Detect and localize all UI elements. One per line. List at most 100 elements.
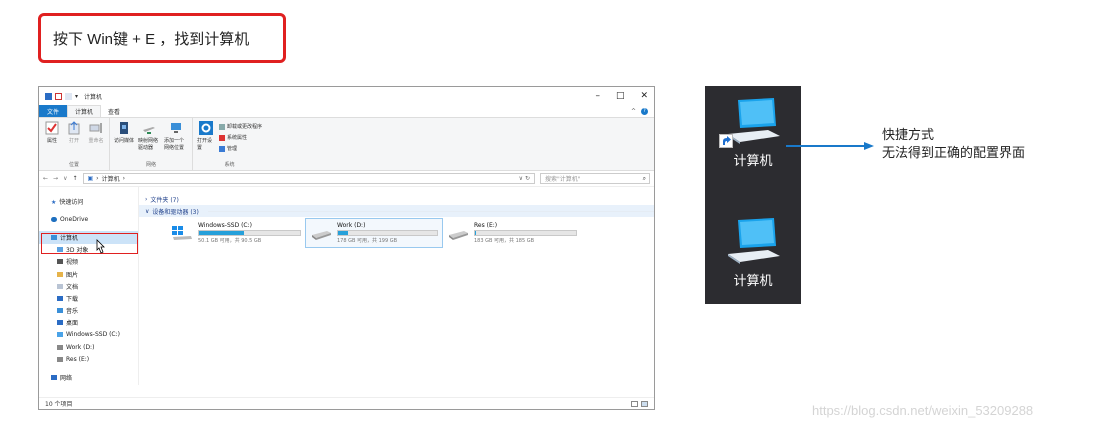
back-arrow-icon[interactable]: ←	[43, 175, 48, 182]
search-box[interactable]: 搜索"计算机" ⌕	[540, 173, 650, 184]
network-location-icon	[171, 123, 181, 133]
forward-arrow-icon[interactable]: →	[53, 175, 58, 182]
nav-drive-e[interactable]: Res (E:)	[39, 353, 138, 365]
checkbox-icon[interactable]	[55, 92, 62, 100]
drive-usage-fill	[199, 231, 245, 235]
large-icons-view-icon[interactable]	[641, 400, 648, 407]
manage-button[interactable]: 管理	[219, 145, 262, 152]
desktop-crop: 计算机 计算机	[705, 86, 801, 304]
explorer-window: ▾ 计算机 – □ ✕ 文件 计算机 查看 ^ ? 属性 打开 重命名 位置 访…	[38, 86, 655, 410]
drive-d-icon	[57, 344, 63, 350]
collapse-ribbon-icon[interactable]: ^	[631, 108, 636, 115]
drives-section-header[interactable]: ∨ 设备和驱动器 (3)	[139, 205, 654, 217]
nav-pictures[interactable]: 图片	[39, 268, 138, 280]
nav-videos[interactable]: 视频	[39, 256, 138, 268]
system-properties-button[interactable]: 系统属性	[219, 134, 262, 141]
desktop-icon	[57, 320, 63, 326]
nav-drive-d[interactable]: Work (D:)	[39, 341, 138, 353]
add-network-location-button[interactable]: 添加一个网络位置	[164, 121, 188, 161]
expand-chevron-icon: ›	[145, 195, 148, 203]
breadcrumb-chevron[interactable]: ›	[123, 175, 125, 182]
desktop-shortcut-computer[interactable]: 计算机	[705, 96, 801, 169]
nav-documents[interactable]: 文档	[39, 280, 138, 292]
nav-network[interactable]: 网络	[39, 371, 138, 383]
drive-name: Work (D:)	[337, 222, 366, 229]
nav-quick-access[interactable]: ★ 快速访问	[39, 195, 138, 207]
recent-dropdown-icon[interactable]: ∨	[63, 175, 67, 182]
rename-button[interactable]: 重命名	[87, 121, 105, 161]
map-drive-button[interactable]: 映射网络驱动器	[138, 121, 160, 161]
folders-section-header[interactable]: › 文件夹 (7)	[139, 193, 654, 205]
settings-gear-icon	[199, 121, 213, 135]
drive-item-c[interactable]: Windows-SSD (C:) 50.1 GB 可用，共 90.5 GB	[167, 218, 305, 248]
watermark: https://blog.csdn.net/weixin_53209288	[812, 403, 1034, 418]
close-button[interactable]: ✕	[640, 91, 648, 101]
tab-computer[interactable]: 计算机	[67, 105, 102, 117]
hard-drive-icon	[449, 231, 468, 240]
rename-icon	[89, 123, 102, 133]
system-properties-icon	[219, 134, 225, 141]
help-icon[interactable]: ?	[641, 107, 648, 115]
drive-free-space: 50.1 GB 可用，共 90.5 GB	[198, 238, 262, 244]
details-view-icon[interactable]	[631, 400, 638, 407]
navigation-pane: ★ 快速访问 OneDrive 计算机 3D 对象 视频 图片 文档 下载 音乐 …	[39, 187, 139, 385]
nav-desktop[interactable]: 桌面	[39, 317, 138, 329]
address-bar[interactable]: ▣ › 计算机 › ∨ ↻	[82, 173, 535, 184]
computer-small-icon: ▣	[87, 175, 94, 182]
system-small-buttons: 卸载或更改程序 系统属性 管理	[219, 121, 262, 161]
ribbon-group-location: 属性 打开 重命名 位置	[39, 118, 110, 170]
breadcrumb-separator: ›	[96, 175, 99, 182]
nav-downloads[interactable]: 下载	[39, 292, 138, 304]
breadcrumb-computer[interactable]: 计算机	[102, 174, 120, 183]
drive-usage-bar	[474, 230, 577, 236]
drive-name: Res (E:)	[474, 222, 498, 229]
desktop-icon-label: 计算机	[733, 273, 773, 288]
nav-drive-c[interactable]: Windows-SSD (C:)	[39, 329, 138, 341]
quick-access-toolbar: ▾	[45, 92, 78, 100]
search-placeholder: 搜索"计算机"	[545, 176, 581, 183]
media-icon	[120, 122, 128, 134]
minimize-button[interactable]: –	[595, 91, 600, 101]
document-icon	[57, 283, 63, 289]
open-icon	[68, 121, 80, 135]
properties-icon	[45, 121, 59, 135]
properties-button[interactable]: 属性	[43, 121, 61, 161]
up-arrow-icon[interactable]: ↑	[72, 175, 77, 182]
open-button[interactable]: 打开	[65, 121, 83, 161]
picture-icon	[57, 271, 63, 277]
drive-list: Windows-SSD (C:) 50.1 GB 可用，共 90.5 GB Wo…	[139, 218, 654, 248]
drive-usage-bar	[198, 230, 301, 236]
drive-usage-fill	[475, 231, 476, 235]
access-media-button[interactable]: 访问媒体	[114, 121, 134, 161]
maximize-button[interactable]: □	[616, 91, 625, 101]
search-icon[interactable]: ⌕	[643, 175, 649, 183]
map-drive-icon	[143, 127, 155, 134]
drive-item-e[interactable]: Res (E:) 183 GB 可用，共 185 GB	[443, 218, 581, 248]
drives-section-title: 设备和驱动器 (3)	[152, 208, 199, 216]
nav-onedrive[interactable]: OneDrive	[39, 213, 138, 225]
tab-view[interactable]: 查看	[101, 105, 127, 117]
title-bar: ▾ 计算机 – □ ✕	[39, 87, 654, 105]
folder-icon[interactable]	[45, 92, 52, 100]
drive-item-d[interactable]: Work (D:) 178 GB 可用，共 199 GB	[305, 218, 443, 248]
ribbon-right: ^ ?	[631, 105, 654, 117]
document-icon[interactable]	[65, 92, 72, 100]
refresh-icon[interactable]: ∨ ↻	[515, 175, 534, 182]
annotation-arrow-icon	[786, 142, 874, 150]
content-pane: › 文件夹 (7) ∨ 设备和驱动器 (3) Windows-SSD (C:) …	[139, 187, 654, 385]
ribbon-group-system: 打开设置 卸载或更改程序 系统属性 管理 系统	[193, 118, 266, 170]
nav-music[interactable]: 音乐	[39, 305, 138, 317]
status-bar: 10 个项目	[39, 397, 654, 409]
tab-file[interactable]: 文件	[39, 105, 68, 117]
system-group-label: 系统	[224, 162, 235, 168]
uninstall-programs-button[interactable]: 卸载或更改程序	[219, 123, 262, 130]
cloud-icon	[51, 216, 57, 222]
windows-drive-icon	[172, 226, 192, 240]
hard-drive-icon	[312, 231, 331, 240]
open-settings-button[interactable]: 打开设置	[197, 121, 215, 161]
computer-highlight-box	[41, 233, 138, 254]
folders-section-title: 文件夹 (7)	[150, 196, 179, 204]
drive-c-icon	[57, 332, 63, 338]
dropdown-icon[interactable]: ▾	[75, 93, 78, 100]
desktop-icon-computer[interactable]: 计算机	[705, 216, 801, 289]
